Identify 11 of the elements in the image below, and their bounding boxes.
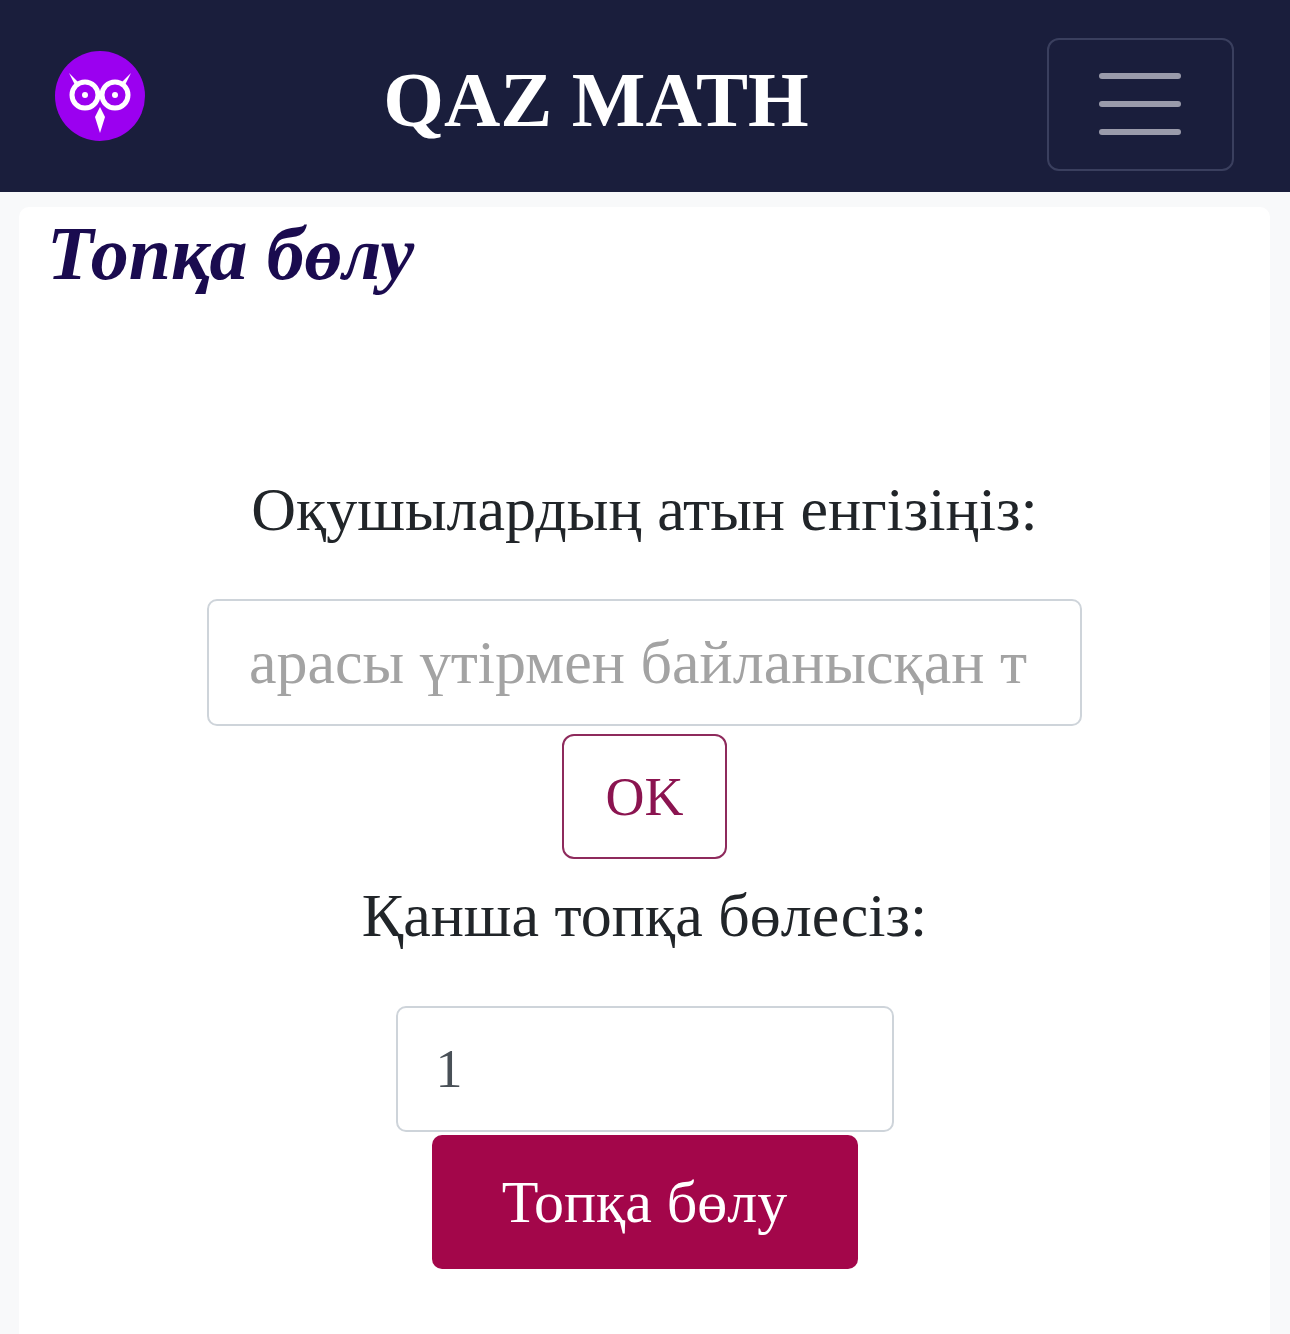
- menu-button[interactable]: [1047, 37, 1234, 171]
- owl-logo-icon: [55, 51, 145, 141]
- field-label: Қанша топқа бөлесіз:: [361, 883, 928, 947]
- ok-button[interactable]: OK: [562, 734, 727, 859]
- group-count-input-field[interactable]: 1: [395, 1006, 894, 1132]
- brand-title[interactable]: QAZ MATH: [383, 61, 809, 139]
- names-input-field[interactable]: арасы үтірмен байланысқан т: [207, 599, 1082, 726]
- page-heading: Топқа бөлу: [47, 211, 416, 295]
- menu-icon: [1099, 73, 1182, 135]
- split-groups-button[interactable]: Топқа бөлу: [431, 1135, 858, 1269]
- field-label: Оқушылардың атын енгізіңіз:: [251, 477, 1038, 541]
